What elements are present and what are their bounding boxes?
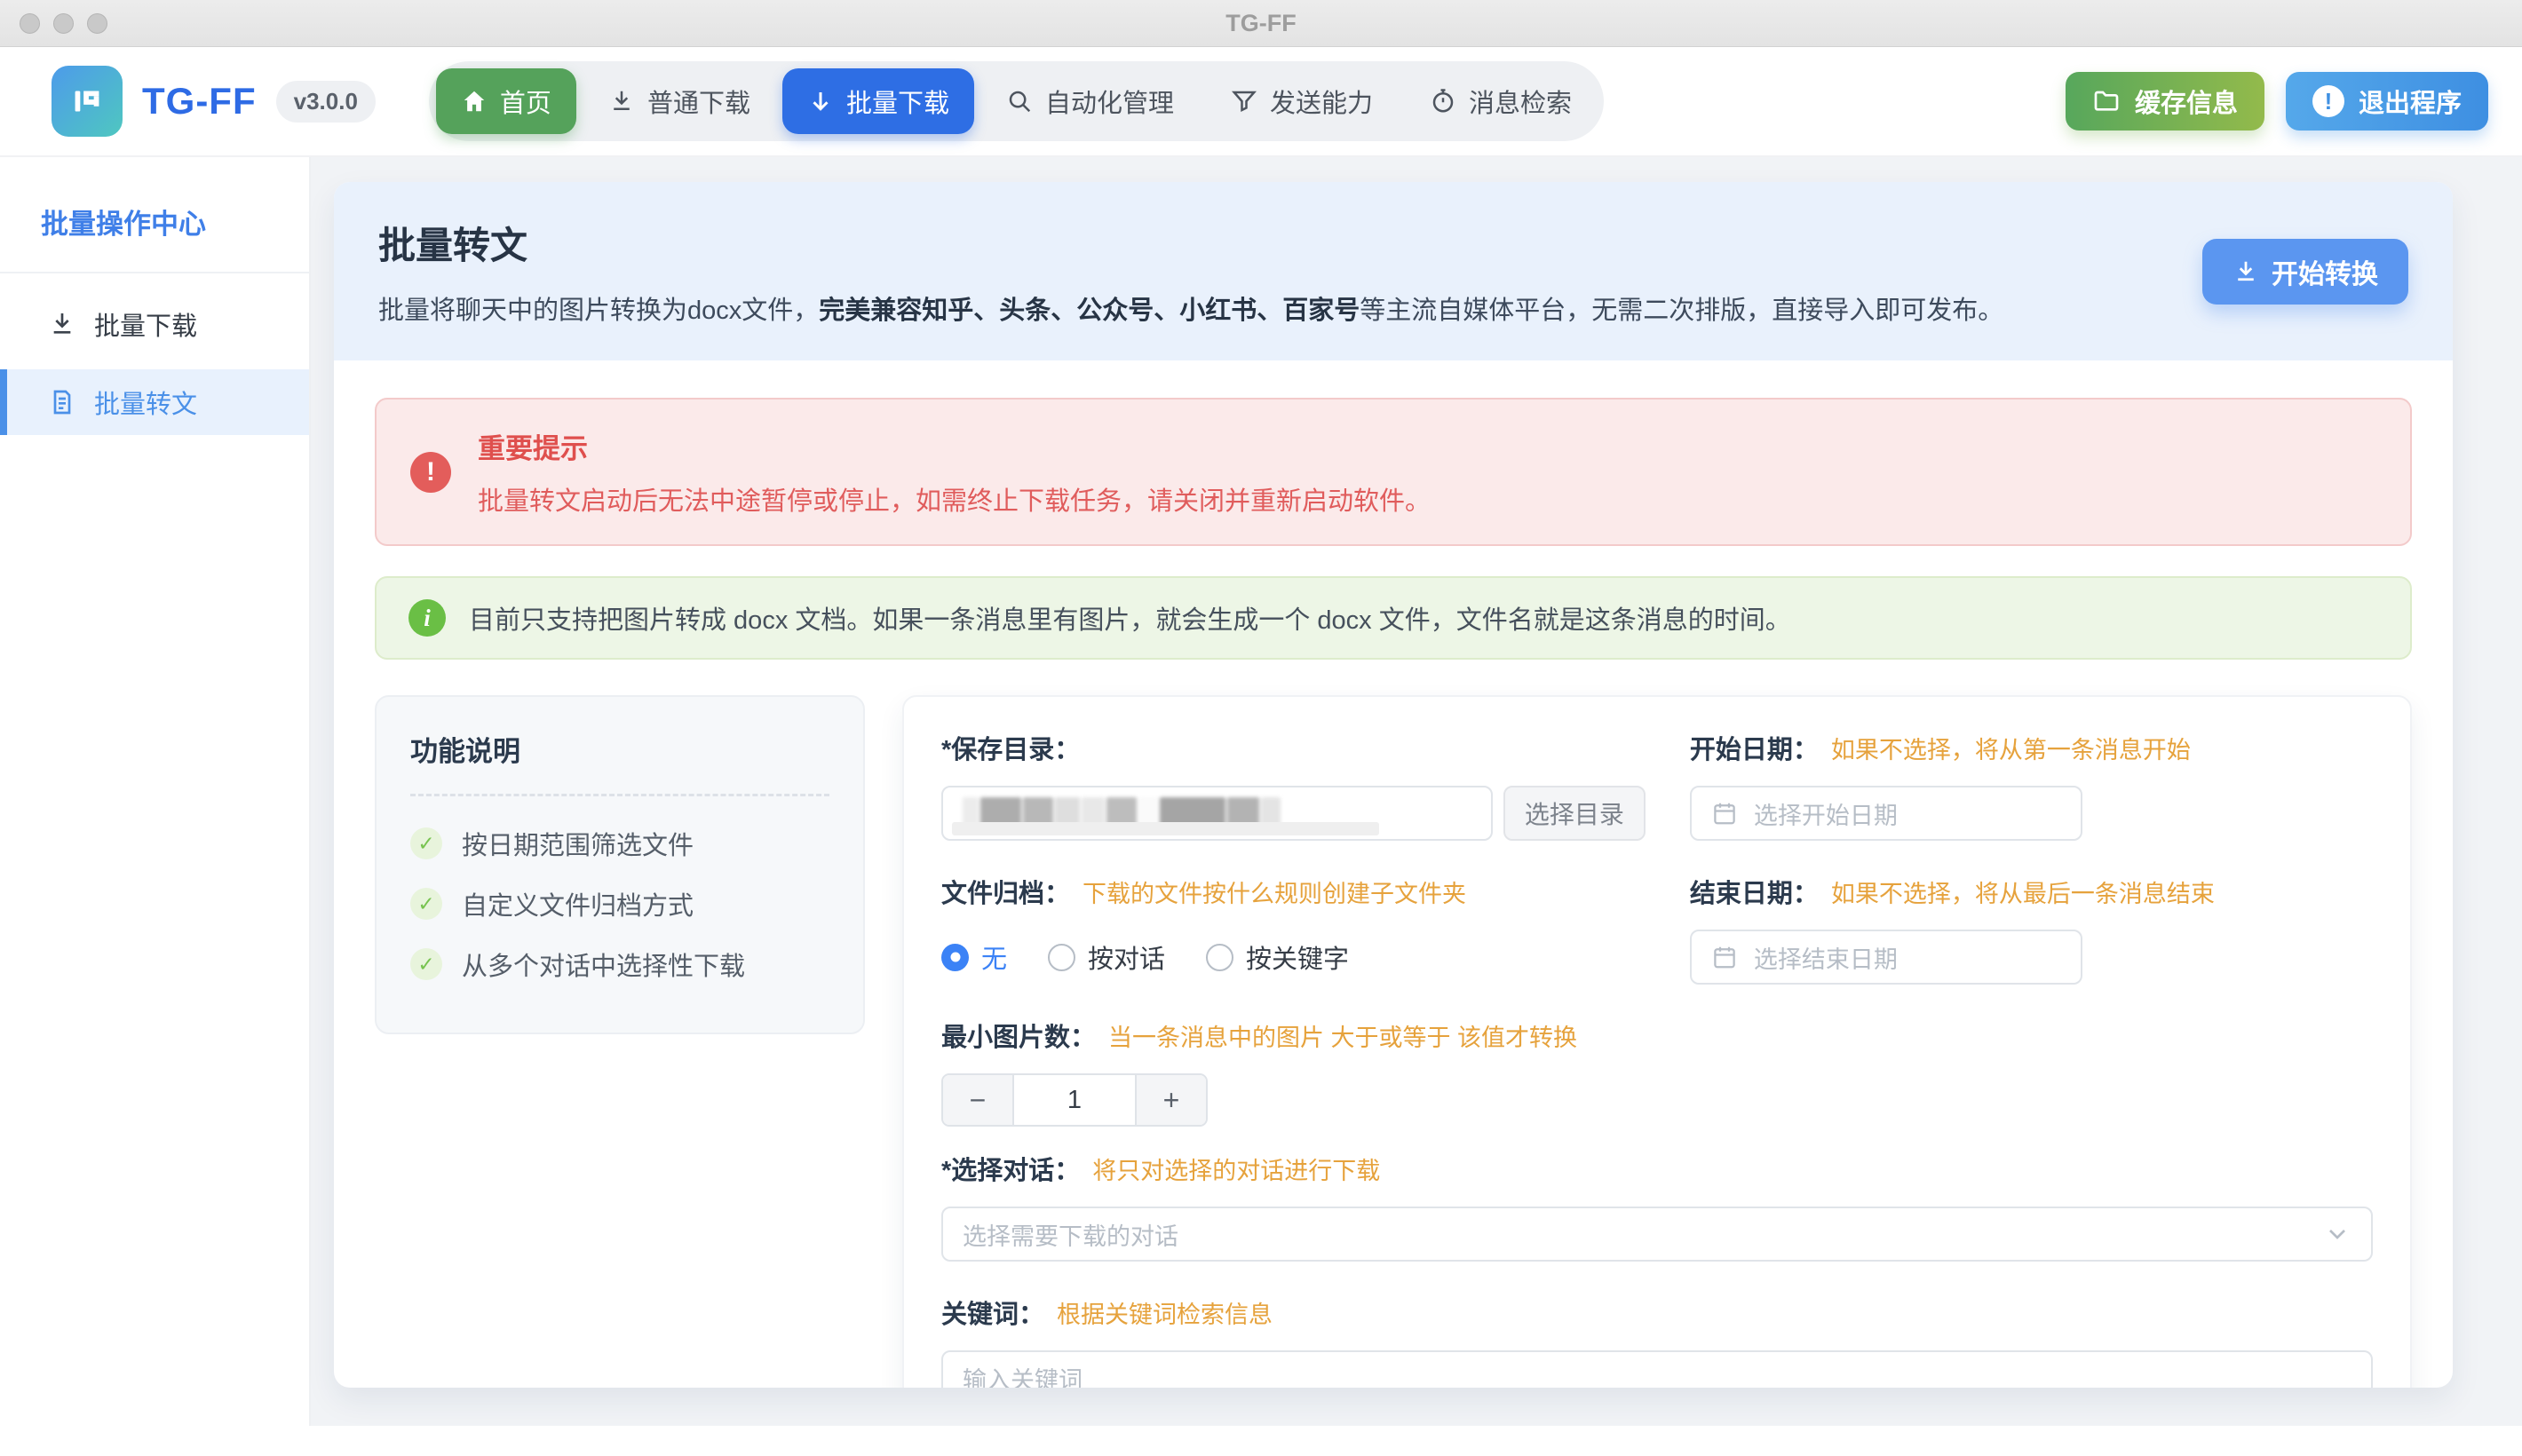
sidebar-item-batch-convert[interactable]: 批量转文 <box>0 369 309 435</box>
browse-directory-button[interactable]: 选择目录 <box>1503 786 1646 841</box>
nav-tab-batch-download[interactable]: 批量下载 <box>782 68 974 134</box>
info-circle-icon: i <box>408 599 446 637</box>
danger-alert-text: 批量转文启动后无法中途暂停或停止，如需终止下载任务，请关闭并重新启动软件。 <box>478 480 1431 518</box>
keyword-input[interactable]: 输入关键词 <box>941 1350 2373 1388</box>
funnel-icon <box>1231 88 1257 115</box>
header-actions: 缓存信息 ! 退出程序 <box>2066 72 2488 131</box>
nav-tab-send-ability[interactable]: 发送能力 <box>1206 68 1398 134</box>
check-icon: ✓ <box>410 888 442 920</box>
select-chat-label: *选择对话： 将只对选择的对话进行下载 <box>941 1150 2373 1187</box>
check-icon: ✓ <box>410 948 442 980</box>
card-header: 批量转文 批量将聊天中的图片转换为docx文件，完美兼容知乎、头条、公众号、小红… <box>334 182 2453 360</box>
start-date-label: 开始日期： 如果不选择，将从第一条消息开始 <box>1690 729 2373 766</box>
feature-panel: 功能说明 ✓ 按日期范围筛选文件 ✓ 自定义文件归档方式 ✓ <box>375 695 865 1034</box>
app-name: TG-FF <box>142 80 257 123</box>
main-area: 批量转文 批量将聊天中的图片转换为docx文件，完美兼容知乎、头条、公众号、小红… <box>311 157 2522 1426</box>
nav-tab-normal-download[interactable]: 普通下载 <box>583 68 775 134</box>
calendar-icon <box>1711 944 1738 970</box>
chevron-down-icon <box>2323 1220 2351 1248</box>
document-icon <box>48 388 76 416</box>
start-convert-button[interactable]: 开始转换 <box>2202 239 2408 305</box>
feature-panel-title: 功能说明 <box>410 729 829 769</box>
download-tray-icon <box>2233 258 2259 285</box>
feature-item: ✓ 按日期范围筛选文件 <box>410 825 829 862</box>
check-icon: ✓ <box>410 827 442 859</box>
nav-tab-automation[interactable]: 自动化管理 <box>981 68 1199 134</box>
radio-dot-icon <box>941 944 969 971</box>
info-alert: i 目前只支持把图片转成 docx 文档。如果一条消息里有图片，就会生成一个 d… <box>375 576 2412 660</box>
end-date-input[interactable]: 选择结束日期 <box>1690 930 2082 985</box>
save-dir-label: *保存目录： <box>941 729 1646 766</box>
nav-tab-message-search[interactable]: 消息检索 <box>1405 68 1597 134</box>
folder-icon <box>2092 87 2121 115</box>
start-date-input[interactable]: 选择开始日期 <box>1690 786 2082 841</box>
calendar-icon <box>1711 800 1738 827</box>
min-images-label: 最小图片数： 当一条消息中的图片 大于或等于 该值才转换 <box>941 1017 2373 1054</box>
app-logo-icon <box>52 66 123 137</box>
info-alert-text: 目前只支持把图片转成 docx 文档。如果一条消息里有图片，就会生成一个 doc… <box>469 599 1791 637</box>
app-window: TG-FF TG-FF v3.0.0 首页 普通下载 <box>0 0 2522 1456</box>
download-tray-icon <box>608 88 635 115</box>
keyword-label: 关键词： 根据关键词检索信息 <box>941 1294 2373 1331</box>
page-description: 批量将聊天中的图片转换为docx文件，完美兼容知乎、头条、公众号、小红书、百家号… <box>378 289 2003 327</box>
end-date-label: 结束日期： 如果不选择，将从最后一条消息结束 <box>1690 873 2373 910</box>
app-header: TG-FF v3.0.0 首页 普通下载 批量下载 自动化管理 发送能 <box>0 47 2522 157</box>
archive-radio-group: 无 按对话 按关键字 <box>941 930 1646 985</box>
archive-label: 文件归档： 下载的文件按什么规则创建子文件夹 <box>941 873 1646 910</box>
download-tray-icon <box>48 310 76 338</box>
radio-archive-by-chat[interactable]: 按对话 <box>1048 938 1165 976</box>
window-title: TG-FF <box>0 10 2522 37</box>
sidebar-divider <box>0 272 309 273</box>
danger-alert: ! 重要提示 批量转文启动后无法中途暂停或停止，如需终止下载任务，请关闭并重新启… <box>375 398 2412 546</box>
stepper-decrease-button[interactable]: − <box>943 1075 1014 1125</box>
sidebar-section-title: 批量操作中心 <box>0 157 309 272</box>
version-badge: v3.0.0 <box>276 81 376 123</box>
min-images-stepper: − 1 + <box>941 1073 1208 1127</box>
nav-tab-home[interactable]: 首页 <box>436 68 576 134</box>
alert-exclamation-icon: ! <box>410 452 451 493</box>
dashed-divider <box>410 794 829 796</box>
feature-item: ✓ 自定义文件归档方式 <box>410 885 829 922</box>
brand: TG-FF v3.0.0 <box>52 66 376 137</box>
titlebar: TG-FF <box>0 0 2522 47</box>
search-icon <box>1006 88 1033 115</box>
exclamation-circle-icon: ! <box>2312 85 2344 117</box>
arrow-down-icon <box>807 88 834 115</box>
redacted-path-underbar <box>952 822 1379 835</box>
home-icon <box>461 88 488 115</box>
exit-app-button[interactable]: ! 退出程序 <box>2286 72 2488 131</box>
batch-convert-card: 批量转文 批量将聊天中的图片转换为docx文件，完美兼容知乎、头条、公众号、小红… <box>334 182 2453 1388</box>
radio-archive-by-keyword[interactable]: 按关键字 <box>1206 938 1349 976</box>
convert-form: *保存目录： 开始日期： 如果不选择，将从第一条消息开始 <box>902 695 2412 1388</box>
danger-alert-title: 重要提示 <box>478 426 1431 466</box>
window-footer <box>0 1426 2522 1456</box>
stepper-increase-button[interactable]: + <box>1135 1075 1206 1125</box>
save-directory-input[interactable] <box>941 786 1493 841</box>
main-nav: 首页 普通下载 批量下载 自动化管理 发送能力 消息检索 <box>429 61 1604 141</box>
chat-select-dropdown[interactable]: 选择需要下载的对话 <box>941 1207 2373 1262</box>
page-title: 批量转文 <box>378 216 2003 270</box>
sidebar-item-batch-download[interactable]: 批量下载 <box>0 291 309 357</box>
min-images-value[interactable]: 1 <box>1014 1075 1135 1125</box>
stopwatch-icon <box>1430 88 1456 115</box>
radio-dot-icon <box>1206 944 1233 971</box>
cache-info-button[interactable]: 缓存信息 <box>2066 72 2264 131</box>
feature-item: ✓ 从多个对话中选择性下载 <box>410 946 829 983</box>
sidebar: 批量操作中心 批量下载 批量转文 <box>0 157 311 1426</box>
radio-dot-icon <box>1048 944 1075 971</box>
radio-archive-none[interactable]: 无 <box>941 938 1007 976</box>
